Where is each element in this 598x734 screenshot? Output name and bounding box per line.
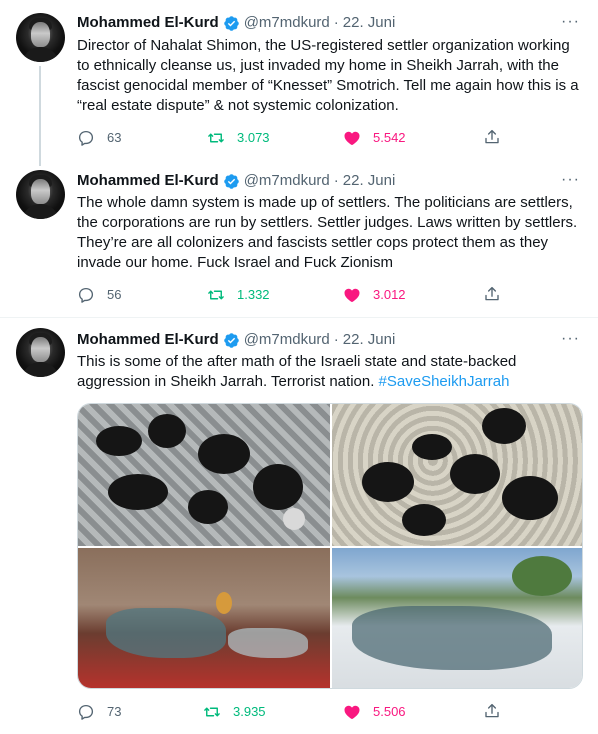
share-button[interactable]	[483, 128, 501, 146]
retweet-icon	[207, 129, 225, 147]
tweet-header: Mohammed El-Kurd @m7mdkurd · 22. Juni	[77, 13, 395, 33]
photo-4[interactable]	[332, 548, 582, 688]
tweet-header: Mohammed El-Kurd @m7mdkurd · 22. Juni	[77, 330, 395, 350]
reply-icon	[77, 286, 95, 304]
retweet-button[interactable]: 3.073	[207, 128, 270, 148]
avatar[interactable]	[16, 13, 65, 62]
retweet-icon	[203, 703, 221, 721]
author-name[interactable]: Mohammed El-Kurd	[77, 13, 219, 33]
thread-line	[39, 66, 41, 166]
tweet-text: This is some of the after math of the Is…	[77, 352, 582, 392]
author-name[interactable]: Mohammed El-Kurd	[77, 330, 219, 350]
more-options-icon[interactable]: ···	[561, 14, 580, 30]
tweet-text: Director of Nahalat Shimon, the US-regis…	[77, 37, 579, 114]
media-grid[interactable]	[77, 403, 583, 689]
reply-count: 73	[107, 704, 122, 719]
reply-count: 63	[107, 130, 122, 145]
tweet-actions: 63 3.073 5.542	[77, 128, 517, 148]
separator-dot: ·	[333, 14, 339, 31]
verified-icon	[223, 15, 240, 32]
retweet-button[interactable]: 1.332	[207, 285, 270, 305]
author-handle[interactable]: @m7mdkurd	[244, 171, 330, 191]
retweet-count: 1.332	[237, 287, 270, 302]
avatar[interactable]	[16, 328, 65, 377]
tweet-text: The whole damn system is made up of sett…	[77, 194, 578, 271]
hashtag-link[interactable]: #SaveSheikhJarrah	[379, 373, 510, 390]
reply-button[interactable]: 63	[77, 128, 121, 148]
tweet-separator	[0, 317, 598, 318]
heart-icon	[343, 129, 361, 147]
author-handle[interactable]: @m7mdkurd	[244, 330, 330, 350]
share-icon	[483, 128, 501, 146]
reply-button[interactable]: 56	[77, 285, 121, 305]
like-count: 5.506	[373, 704, 406, 719]
like-button[interactable]: 5.542	[343, 128, 406, 148]
verified-icon	[223, 332, 240, 349]
like-count: 3.012	[373, 287, 406, 302]
like-button[interactable]: 3.012	[343, 285, 406, 305]
separator-dot: ·	[333, 172, 339, 189]
reply-icon	[77, 703, 95, 721]
share-icon	[483, 285, 501, 303]
reply-count: 56	[107, 287, 122, 302]
verified-icon	[223, 173, 240, 190]
separator-dot: ·	[333, 331, 339, 348]
more-options-icon[interactable]: ···	[561, 331, 580, 347]
tweet-actions: 56 1.332 3.012	[77, 285, 517, 305]
photo-1[interactable]	[78, 404, 330, 546]
heart-icon	[343, 286, 361, 304]
share-button[interactable]	[483, 285, 501, 303]
avatar[interactable]	[16, 170, 65, 219]
tweet-date[interactable]: 22. Juni	[343, 171, 396, 191]
reply-icon	[77, 129, 95, 147]
reply-button[interactable]: 73	[77, 702, 121, 722]
like-count: 5.542	[373, 130, 406, 145]
photo-2[interactable]	[332, 404, 582, 546]
author-handle[interactable]: @m7mdkurd	[244, 13, 330, 33]
retweet-icon	[207, 286, 225, 304]
more-options-icon[interactable]: ···	[561, 172, 580, 188]
tweet-header: Mohammed El-Kurd @m7mdkurd · 22. Juni	[77, 171, 395, 191]
tweet-date[interactable]: 22. Juni	[343, 13, 396, 33]
retweet-count: 3.073	[237, 130, 270, 145]
tweet-date[interactable]: 22. Juni	[343, 330, 396, 350]
like-button[interactable]: 5.506	[343, 702, 406, 722]
tweet-actions: 73 3.935 5.506	[77, 702, 517, 722]
retweet-button[interactable]: 3.935	[203, 702, 266, 722]
author-name[interactable]: Mohammed El-Kurd	[77, 171, 219, 191]
retweet-count: 3.935	[233, 704, 266, 719]
share-button[interactable]	[483, 702, 501, 720]
heart-icon	[343, 703, 361, 721]
photo-3[interactable]	[78, 548, 330, 688]
share-icon	[483, 702, 501, 720]
